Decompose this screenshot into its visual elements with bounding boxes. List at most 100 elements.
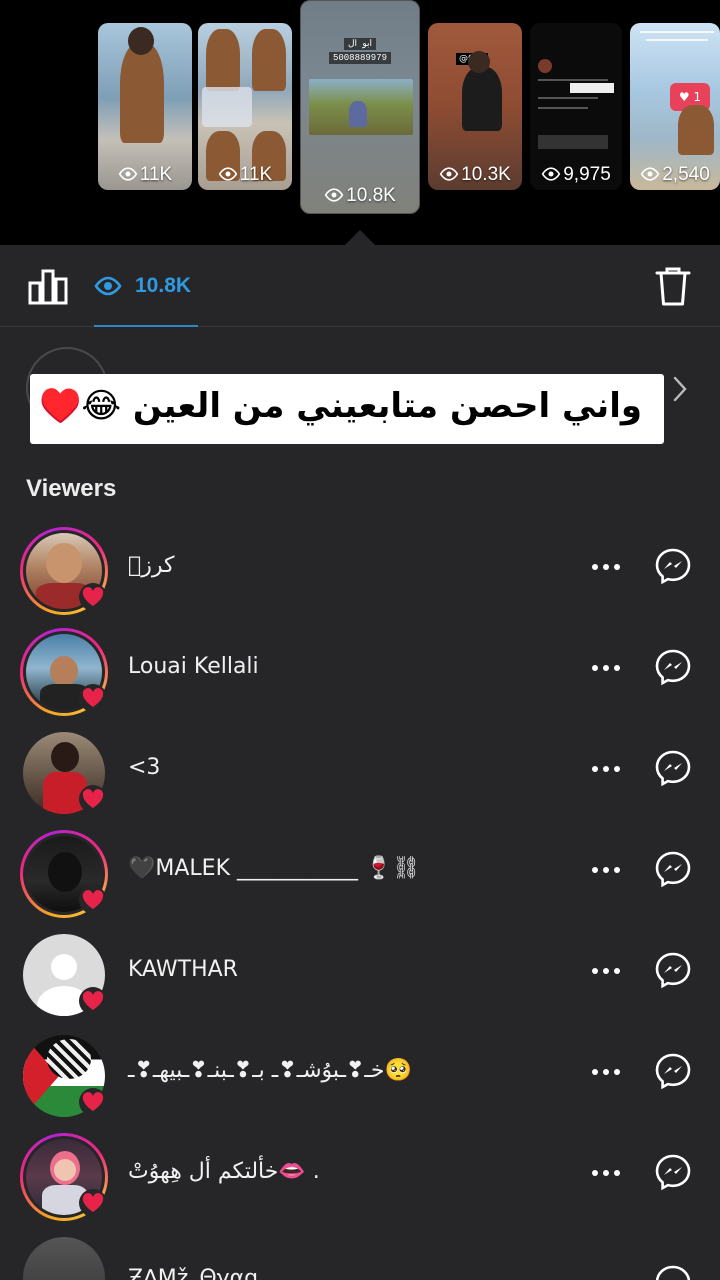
more-options-icon[interactable] [590, 864, 622, 876]
tab-viewers[interactable]: 10.8K [94, 245, 198, 327]
text-line [538, 97, 598, 99]
viewer-row[interactable]: خـ❣ـبوُشـ❣ـ بـ❣ـبنـ❣ـبيهـ❣ـ🥺 [0, 1020, 720, 1120]
view-count-label: 11K [198, 164, 292, 186]
viewers-heading: Viewers [26, 475, 117, 502]
story-caption-overlay: واني احصن متابعيني من العين 😂♥️ [30, 374, 664, 444]
messenger-icon[interactable] [654, 951, 692, 989]
eye-icon [324, 188, 344, 202]
text-line [538, 107, 588, 109]
story-person-image [120, 43, 164, 143]
messenger-icon[interactable] [654, 1153, 692, 1191]
story-person-image [206, 29, 240, 91]
avatar[interactable] [20, 1133, 108, 1221]
like-badge [79, 684, 107, 712]
story-person-image [462, 67, 502, 131]
like-badge [79, 785, 107, 813]
chevron-right-icon[interactable] [672, 375, 688, 403]
trash-icon[interactable] [654, 265, 692, 307]
story-thumbnail-6[interactable]: ♥ 1 2,540 [630, 23, 720, 190]
eye-icon [541, 167, 561, 181]
view-count-label: 2,540 [630, 164, 720, 186]
viewer-name[interactable]: خـ❣ـبوُشـ❣ـ بـ❣ـبنـ❣ـبيهـ❣ـ🥺 [128, 1058, 412, 1083]
eye-icon [439, 167, 459, 181]
view-count: 10.8K [346, 185, 396, 206]
story-person-head [128, 27, 154, 55]
viewers-sheet: 10.8K واني احصن متابعيني من العين 😂♥️ Vi… [0, 245, 720, 1280]
view-count: 11K [139, 164, 173, 185]
like-badge [79, 1189, 107, 1217]
view-count: 2,540 [662, 164, 710, 185]
messenger-icon[interactable] [654, 1052, 692, 1090]
viewer-name[interactable]: خألتكم أل هِهوُتْ👄 . [128, 1159, 320, 1184]
avatar[interactable] [20, 527, 108, 615]
sticker-label [570, 83, 614, 93]
heart-icon [82, 688, 104, 707]
avatar[interactable] [20, 931, 108, 1019]
caption-text: واني احصن متابعيني من العين 😂♥️ [38, 386, 642, 426]
viewer-row[interactable]: خألتكم أل هِهوُتْ👄 . [0, 1121, 720, 1221]
messenger-icon[interactable] [654, 547, 692, 585]
avatar[interactable] [20, 729, 108, 817]
like-badge [79, 1088, 107, 1116]
more-options-icon[interactable] [590, 965, 622, 977]
viewer-name[interactable]: <3 [128, 755, 160, 780]
story-thumbnail-1[interactable]: 11K [98, 23, 192, 190]
story-thumbnail-strip: 11K 11K ابو ال 5008889979 10.8K @078 10.… [0, 0, 720, 246]
more-options-icon[interactable] [590, 1167, 622, 1179]
story-person-image [678, 105, 714, 155]
eye-icon [94, 276, 122, 296]
text-line [538, 79, 608, 81]
view-count: 9,975 [563, 164, 611, 185]
story-thumbnail-5[interactable]: 9,975 [530, 23, 622, 190]
music-player-overlay [202, 87, 252, 127]
viewer-name[interactable]: Ƶ∆Mž_Θγαg [128, 1266, 258, 1280]
game-character [349, 101, 367, 127]
insights-chart-icon[interactable] [28, 269, 68, 305]
like-count: 1 [693, 90, 702, 104]
viewer-name[interactable]: Louai Kellali [128, 654, 259, 679]
button-bar [538, 135, 608, 149]
messenger-icon[interactable] [654, 1264, 692, 1280]
heart-icon [82, 1092, 104, 1111]
eye-icon [640, 167, 660, 181]
heart-icon [82, 991, 104, 1010]
more-options-icon[interactable] [590, 662, 622, 674]
more-options-icon[interactable] [590, 1066, 622, 1078]
view-count: 10.3K [461, 164, 511, 185]
messenger-icon[interactable] [654, 749, 692, 787]
view-count-label: 11K [98, 164, 192, 186]
avatar[interactable] [20, 830, 108, 918]
avatar[interactable] [20, 1234, 108, 1280]
avatar[interactable] [20, 1032, 108, 1120]
viewer-row[interactable]: Ƶ∆Mž_Θγαg [0, 1222, 720, 1280]
story-thumbnail-4[interactable]: @078 10.3K [428, 23, 522, 190]
view-count: 11K [239, 164, 273, 185]
heart-icon [82, 1193, 104, 1212]
viewer-row[interactable]: 🖤MALEK ___________ 🍷⛓ [0, 818, 720, 918]
story-person-head [468, 51, 490, 73]
viewer-row[interactable]: <3 [0, 717, 720, 817]
selected-story-pointer [344, 230, 376, 246]
text-line [646, 39, 708, 41]
story-overlay-user: ابو ال [301, 38, 419, 50]
heart-icon [82, 587, 104, 606]
heart-icon [82, 789, 104, 808]
view-count-label: 10.3K [428, 164, 522, 186]
viewer-name[interactable]: KAWTHAR [128, 957, 238, 982]
viewer-name[interactable]: كرزۧ [128, 553, 174, 578]
avatar[interactable] [20, 628, 108, 716]
more-options-icon[interactable] [590, 763, 622, 775]
viewer-name[interactable]: 🖤MALEK ___________ 🍷⛓ [128, 856, 420, 881]
viewer-row[interactable]: كرزۧ [0, 515, 720, 615]
story-thumbnail-selected[interactable]: ابو ال 5008889979 10.8K [300, 0, 420, 214]
view-count-label: 10.8K [301, 185, 419, 207]
more-options-icon[interactable] [590, 561, 622, 573]
eye-icon [118, 167, 138, 181]
messenger-icon[interactable] [654, 648, 692, 686]
viewer-row[interactable]: KAWTHAR [0, 919, 720, 1019]
viewer-row[interactable]: Louai Kellali [0, 616, 720, 716]
story-thumbnail-2[interactable]: 11K [198, 23, 292, 190]
messenger-icon[interactable] [654, 850, 692, 888]
viewer-count: 10.8K [135, 274, 192, 297]
like-badge [79, 886, 107, 914]
